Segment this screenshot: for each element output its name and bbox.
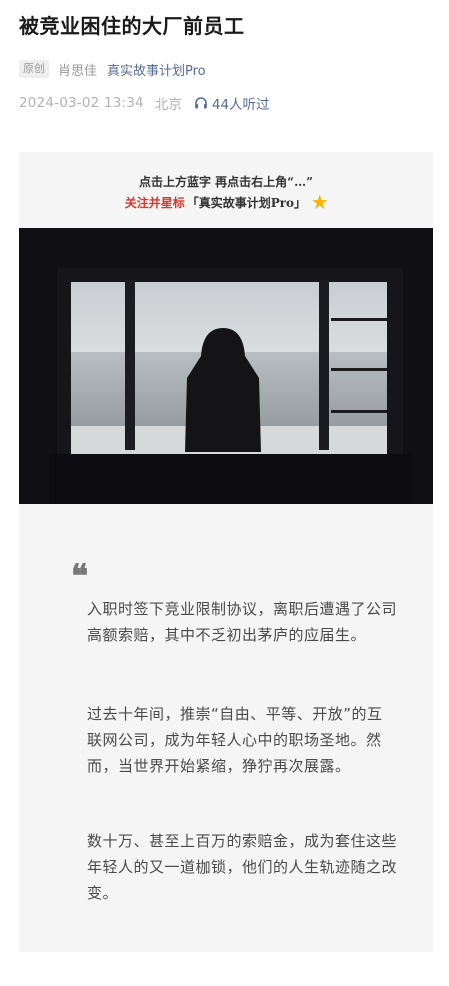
listen-count: 44人听过	[211, 97, 270, 113]
follow-cta-account: 「真实故事计划Pro」	[186, 196, 307, 210]
star-icon: ★	[312, 192, 328, 213]
follow-banner: 点击上方蓝字 再点击右上角“…” 关注并星标 「真实故事计划Pro」 ★	[19, 152, 433, 228]
account-link[interactable]: 真实故事计划Pro	[107, 60, 206, 79]
quote-mark-icon: ❝	[71, 557, 88, 595]
cover-photo	[19, 228, 433, 504]
publish-location: 北京	[154, 97, 182, 113]
follow-cta: 关注并星标 「真实故事计划Pro」 ★	[19, 194, 433, 211]
paragraph-3: 数十万、甚至上百万的索赔金，成为套住这些年轻人的又一道枷锁，他们的人生轨迹随之改…	[87, 832, 398, 902]
author-name: 肖思佳	[58, 63, 98, 79]
follow-instruction: 点击上方蓝字 再点击右上角“…”	[139, 175, 313, 189]
listen-button[interactable]: 44人听过	[194, 93, 270, 113]
headphones-icon	[195, 97, 207, 109]
article-title: 被竞业困住的大厂前员工	[19, 14, 245, 38]
paragraph-1: 入职时签下竞业限制协议，离职后遭遇了公司高额索赔，其中不乏初出茅庐的应届生。	[87, 600, 398, 644]
paragraph-2: 过去十年间，推崇“自由、平等、开放”的互联网公司，成为年轻人心中的职场圣地。然而…	[87, 705, 383, 775]
publish-date: 2024-03-02 13:34	[19, 95, 144, 111]
original-badge: 原创	[19, 60, 49, 78]
window-silhouette-image	[19, 228, 433, 504]
article-info: 2024-03-02 13:34 北京 44人听过	[19, 93, 270, 113]
article-meta: 原创 肖思佳 真实故事计划Pro	[19, 59, 206, 79]
follow-cta-label: 关注并星标	[124, 196, 185, 210]
